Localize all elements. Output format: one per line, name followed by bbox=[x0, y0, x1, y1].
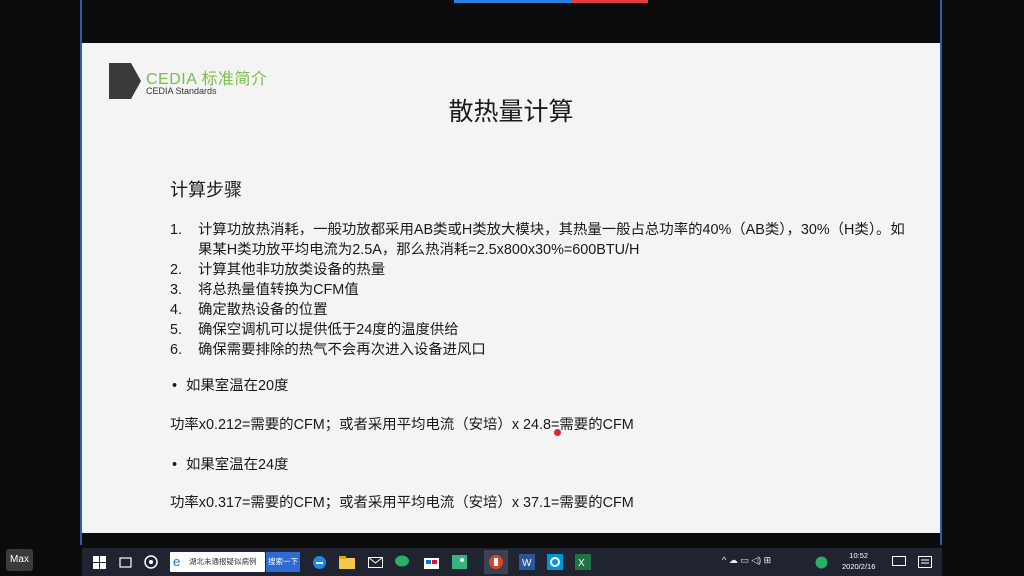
ie-icon: e bbox=[173, 554, 181, 569]
step-item: 5. 确保空调机可以提供低于24度的温度供给 bbox=[170, 322, 459, 338]
powerpoint-icon[interactable] bbox=[487, 553, 505, 571]
formula-room-24: 功率x0.317=需要的CFM；或者采用平均电流（安培）x 37.1=需要的CF… bbox=[170, 495, 634, 511]
step-item: 2. 计算其他非功放类设备的热量 bbox=[170, 262, 386, 278]
app-pinwheel-icon[interactable] bbox=[142, 553, 160, 571]
mail-icon[interactable] bbox=[366, 553, 384, 571]
store-icon[interactable] bbox=[422, 553, 440, 571]
search-input[interactable]: e 湖北未通报疑似病例 bbox=[170, 552, 265, 572]
app-blue-icon[interactable] bbox=[546, 553, 564, 571]
section-heading: 计算步骤 bbox=[170, 180, 242, 200]
formula-room-20: 功率x0.212=需要的CFM；或者采用平均电流（安培）x 24.8=需要的CF… bbox=[170, 417, 634, 433]
presentation-slide: CEDIA 标准简介 CEDIA Standards 散热量计算 计算步骤 1.… bbox=[82, 43, 940, 533]
svg-text:X: X bbox=[578, 558, 585, 569]
clock[interactable]: 10:52 2020/2/16 bbox=[842, 550, 875, 572]
steps-list: 1. 计算功放热消耗，一般功放都采用AB类或H类放大模块，其热量一般占总功率的40… bbox=[170, 220, 910, 360]
bullet-room-24: • 如果室温在24度 bbox=[172, 457, 289, 473]
bullet-room-20: • 如果室温在20度 bbox=[172, 378, 289, 394]
pointer-dot bbox=[554, 429, 561, 436]
step-item: 1. 计算功放热消耗，一般功放都采用AB类或H类放大模块，其热量一般占总功率的40… bbox=[170, 222, 905, 258]
excel-icon[interactable]: X bbox=[574, 553, 592, 571]
wechat-icon[interactable] bbox=[394, 553, 412, 571]
file-explorer-icon[interactable] bbox=[338, 553, 356, 571]
task-view-icon[interactable] bbox=[116, 553, 134, 571]
step-item: 4. 确定散热设备的位置 bbox=[170, 302, 328, 318]
taskbar: e 湖北未通报疑似病例 搜索一下 W X ^ ☁ ▭ ◁) ⊞ 10:52 20… bbox=[82, 548, 942, 576]
start-icon[interactable] bbox=[90, 553, 108, 571]
picture-app-icon[interactable] bbox=[450, 553, 468, 571]
right-panel bbox=[944, 0, 1024, 545]
max-button[interactable]: Max bbox=[6, 549, 33, 571]
system-tray[interactable]: ^ ☁ ▭ ◁) ⊞ bbox=[722, 555, 771, 566]
svg-text:W: W bbox=[522, 558, 532, 569]
step-item: 3. 将总热量值转换为CFM值 bbox=[170, 282, 359, 298]
slide-title: 散热量计算 bbox=[448, 98, 574, 126]
search-button[interactable]: 搜索一下 bbox=[266, 552, 300, 572]
notification-icon[interactable] bbox=[890, 553, 908, 571]
action-center-icon[interactable] bbox=[916, 553, 934, 571]
wechat-tray-icon[interactable] bbox=[812, 553, 830, 571]
step-item: 6. 确保需要排除的热气不会再次进入设备进风口 bbox=[170, 342, 486, 358]
word-icon[interactable]: W bbox=[518, 553, 536, 571]
edge-icon[interactable] bbox=[310, 553, 328, 571]
